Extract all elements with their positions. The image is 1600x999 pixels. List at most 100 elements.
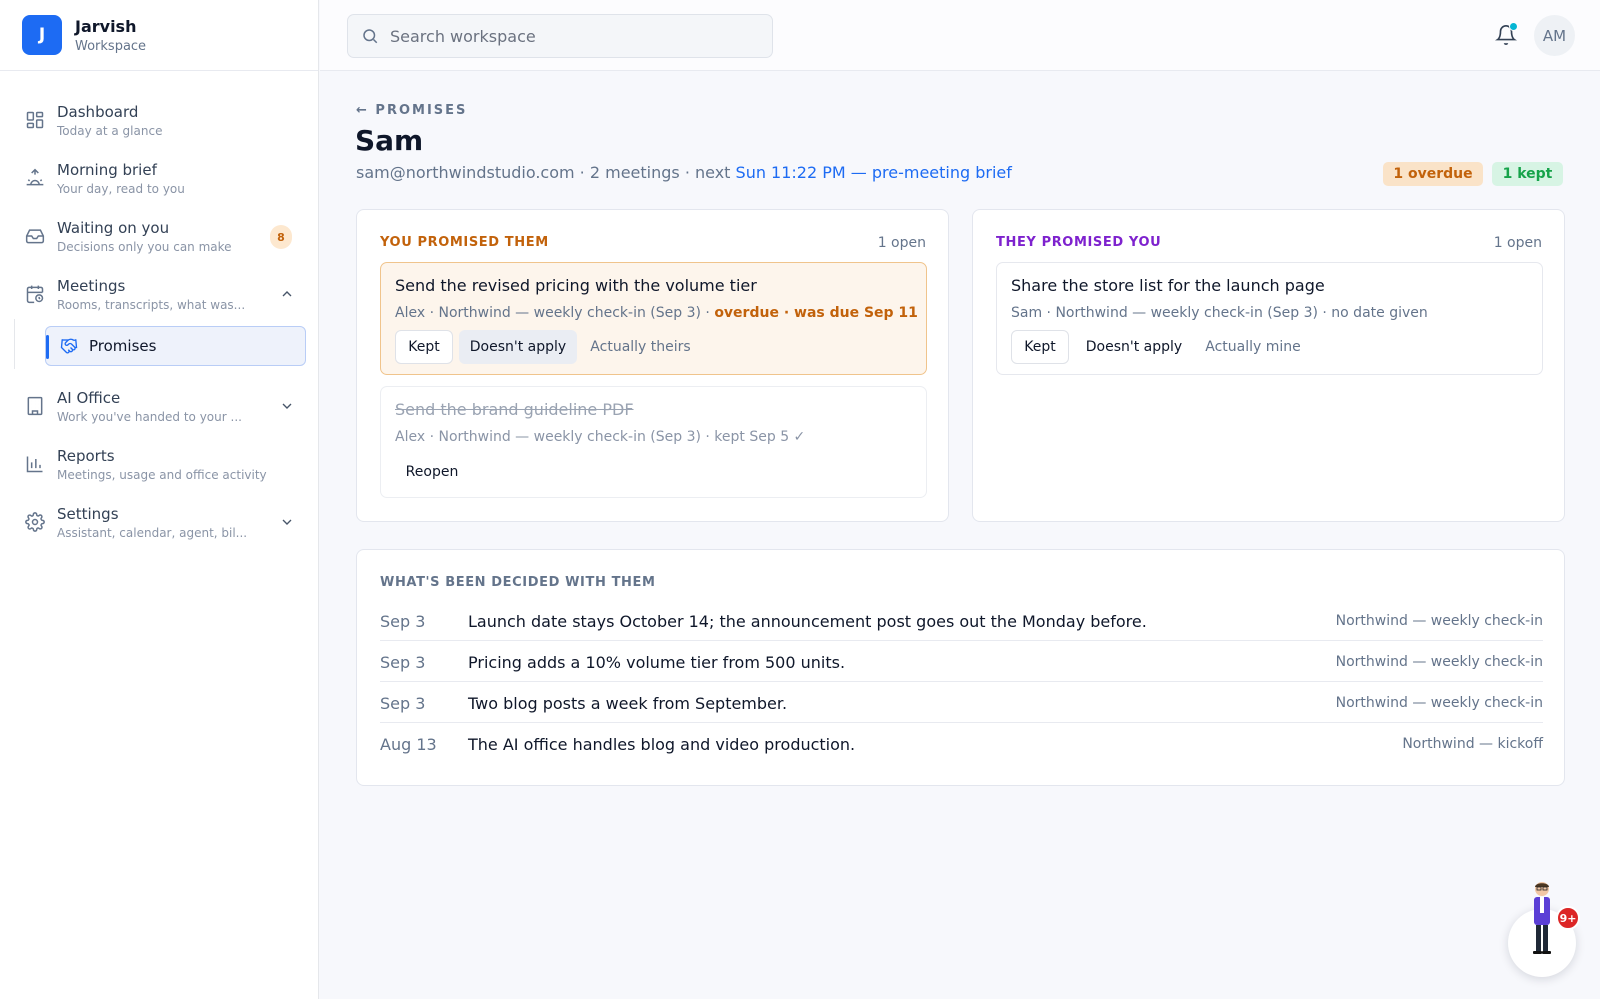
decision-source[interactable]: Northwind — weekly check-in bbox=[1336, 613, 1543, 629]
promise-item: Share the store list for the launch page… bbox=[996, 262, 1543, 375]
promise-meta-text: Alex · Northwind — weekly check-in (Sep … bbox=[395, 305, 715, 321]
promise-item: Send the brand guideline PDF Alex · Nort… bbox=[380, 386, 927, 498]
sidebar-item-label: Waiting on you bbox=[57, 218, 170, 237]
decision-text: Launch date stays October 14; the announ… bbox=[468, 612, 1147, 631]
brand-logo: J bbox=[22, 15, 62, 55]
building-icon bbox=[25, 396, 45, 416]
sunrise-icon bbox=[25, 168, 45, 188]
decision-text: Two blog posts a week from September. bbox=[468, 694, 788, 713]
assistant-badge: 9+ bbox=[1556, 906, 1580, 930]
contact-meta: sam@northwindstudio.com · 2 meetings · n… bbox=[356, 163, 1012, 182]
decision-row[interactable]: Sep 3 Pricing adds a 10% volume tier fro… bbox=[380, 641, 1543, 682]
meetings-subnav: Promises bbox=[0, 319, 318, 369]
calendar-clock-icon bbox=[25, 284, 45, 304]
promise-meta: Alex · Northwind — weekly check-in (Sep … bbox=[395, 305, 918, 321]
sidebar-item-label: Promises bbox=[89, 337, 157, 355]
actually-theirs-button[interactable]: Actually theirs bbox=[583, 330, 698, 364]
topbar: AM bbox=[320, 0, 1600, 71]
sidebar-nav: Dashboard Today at a glance Morning brie… bbox=[0, 71, 318, 551]
sidebar-item-reports[interactable]: Reports Meetings, usage and office activ… bbox=[0, 435, 318, 493]
doesnt-apply-button[interactable]: Doesn't apply bbox=[459, 330, 577, 364]
promise-meta: Alex · Northwind — weekly check-in (Sep … bbox=[395, 429, 806, 445]
decision-date: Sep 3 bbox=[380, 653, 426, 672]
sidebar-item-settings[interactable]: Settings Assistant, calendar, agent, bil… bbox=[0, 493, 318, 551]
promise-title: Send the brand guideline PDF bbox=[395, 400, 634, 419]
sidebar-item-waiting-on-you[interactable]: Waiting on you Decisions only you can ma… bbox=[0, 207, 318, 265]
chevron-down-icon[interactable] bbox=[279, 514, 295, 530]
search-input[interactable] bbox=[390, 26, 760, 46]
avatar[interactable]: AM bbox=[1534, 15, 1575, 56]
sidebar-item-meetings[interactable]: Meetings Rooms, transcripts, what was... bbox=[0, 265, 318, 323]
overdue-label: overdue · was due Sep 11 bbox=[714, 305, 918, 321]
inbox-icon bbox=[25, 226, 45, 246]
chevron-up-icon[interactable] bbox=[279, 286, 295, 302]
subnav-rail bbox=[14, 319, 15, 369]
decision-date: Sep 3 bbox=[380, 612, 426, 631]
promise-title: Share the store list for the launch page bbox=[1011, 276, 1325, 295]
sidebar-item-sub: Meetings, usage and office activity bbox=[57, 467, 267, 482]
decisions-heading: WHAT'S BEEN DECIDED WITH THEM bbox=[380, 575, 656, 590]
sidebar-item-sub: Today at a glance bbox=[57, 123, 163, 138]
gear-icon bbox=[25, 512, 45, 532]
bar-chart-icon bbox=[25, 454, 45, 474]
decision-source[interactable]: Northwind — weekly check-in bbox=[1336, 695, 1543, 711]
decision-text: The AI office handles blog and video pro… bbox=[468, 735, 856, 754]
kept-button[interactable]: Kept bbox=[395, 330, 453, 364]
pre-meeting-brief-link[interactable]: Sun 11:22 PM — pre-meeting brief bbox=[736, 163, 1012, 182]
sidebar-item-morning-brief[interactable]: Morning brief Your day, read to you bbox=[0, 149, 318, 207]
promise-title: Send the revised pricing with the volume… bbox=[395, 276, 757, 295]
search-icon bbox=[361, 27, 379, 45]
decision-text: Pricing adds a 10% volume tier from 500 … bbox=[468, 653, 846, 672]
they-promised-card: THEY PROMISED YOU 1 open Share the store… bbox=[972, 209, 1565, 522]
promise-meta: Sam · Northwind — weekly check-in (Sep 3… bbox=[1011, 305, 1428, 321]
reopen-button[interactable]: Reopen bbox=[395, 455, 469, 489]
sidebar-item-label: Settings bbox=[57, 504, 119, 523]
sidebar-item-label: Reports bbox=[57, 446, 115, 465]
card-heading: THEY PROMISED YOU bbox=[996, 235, 1162, 250]
brand-name: Jarvish bbox=[75, 16, 137, 36]
dashboard-icon bbox=[25, 110, 45, 130]
back-to-promises-link[interactable]: ← PROMISES bbox=[356, 103, 467, 118]
decision-row[interactable]: Aug 13 The AI office handles blog and vi… bbox=[380, 723, 1543, 764]
promise-item: Send the revised pricing with the volume… bbox=[380, 262, 927, 375]
search-box[interactable] bbox=[347, 14, 773, 58]
sidebar-item-sub: Assistant, calendar, agent, bil... bbox=[57, 525, 248, 540]
sidebar-item-ai-office[interactable]: AI Office Work you've handed to your ... bbox=[0, 377, 318, 435]
contact-meta-text: sam@northwindstudio.com · 2 meetings · n… bbox=[356, 163, 736, 182]
open-count: 1 open bbox=[1493, 235, 1542, 251]
chevron-down-icon[interactable] bbox=[279, 398, 295, 414]
brand[interactable]: J Jarvish Workspace bbox=[0, 0, 318, 71]
doesnt-apply-button[interactable]: Doesn't apply bbox=[1075, 330, 1193, 364]
decision-source[interactable]: Northwind — weekly check-in bbox=[1336, 654, 1543, 670]
decision-date: Sep 3 bbox=[380, 694, 426, 713]
open-count: 1 open bbox=[877, 235, 926, 251]
decisions-card: WHAT'S BEEN DECIDED WITH THEM Sep 3 Laun… bbox=[356, 549, 1565, 786]
sidebar-item-sub: Decisions only you can make bbox=[57, 239, 232, 254]
brand-subtitle: Workspace bbox=[75, 38, 147, 54]
sidebar-item-sub: Your day, read to you bbox=[57, 181, 185, 196]
sidebar-item-label: Meetings bbox=[57, 276, 126, 295]
waiting-count-badge: 8 bbox=[270, 225, 292, 249]
sidebar-item-label: Morning brief bbox=[57, 160, 157, 179]
sidebar-item-dashboard[interactable]: Dashboard Today at a glance bbox=[0, 91, 318, 149]
decision-date: Aug 13 bbox=[380, 735, 437, 754]
sidebar-item-label: AI Office bbox=[57, 388, 121, 407]
handshake-icon bbox=[60, 337, 78, 355]
page-title: Sam bbox=[355, 124, 424, 157]
kept-button[interactable]: Kept bbox=[1011, 330, 1069, 364]
actually-mine-button[interactable]: Actually mine bbox=[1199, 330, 1307, 364]
decision-row[interactable]: Sep 3 Two blog posts a week from Septemb… bbox=[380, 682, 1543, 723]
sidebar-item-label: Dashboard bbox=[57, 102, 139, 121]
sidebar-item-promises[interactable]: Promises bbox=[45, 326, 306, 366]
decision-row[interactable]: Sep 3 Launch date stays October 14; the … bbox=[380, 600, 1543, 641]
main-content: ← PROMISES Sam sam@northwindstudio.com ·… bbox=[320, 71, 1600, 999]
notification-dot bbox=[1509, 22, 1518, 31]
sidebar-item-sub: Work you've handed to your ... bbox=[57, 409, 242, 424]
decision-source[interactable]: Northwind — kickoff bbox=[1402, 736, 1543, 752]
card-heading: YOU PROMISED THEM bbox=[380, 235, 549, 250]
sidebar-item-sub: Rooms, transcripts, what was... bbox=[57, 297, 246, 312]
overdue-status-badge[interactable]: 1 overdue bbox=[1383, 162, 1483, 186]
kept-status-badge[interactable]: 1 kept bbox=[1492, 162, 1563, 186]
sidebar: J Jarvish Workspace Dashboard Today at a… bbox=[0, 0, 319, 999]
you-promised-card: YOU PROMISED THEM 1 open Send the revise… bbox=[356, 209, 949, 522]
